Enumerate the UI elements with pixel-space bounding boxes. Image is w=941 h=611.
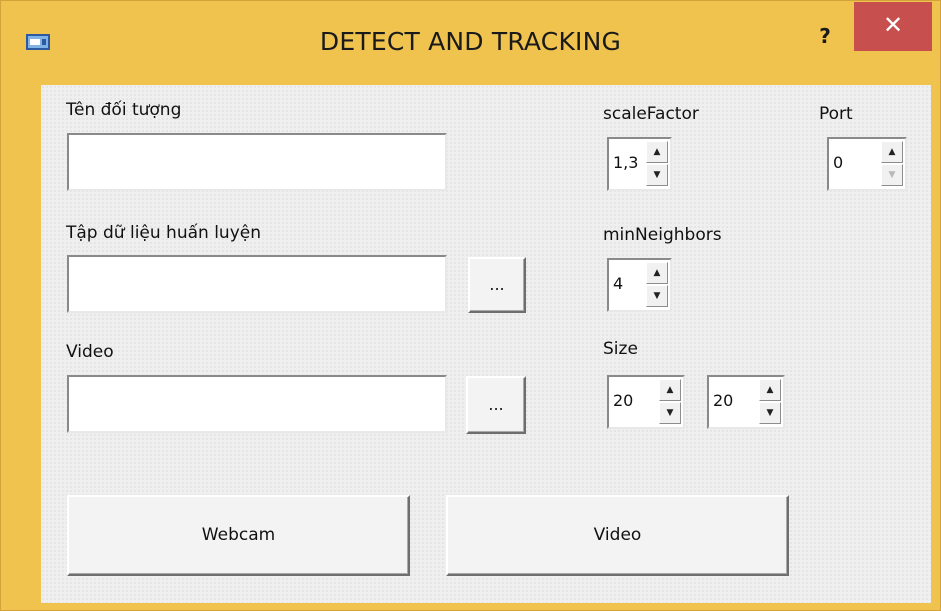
scale-factor-value: 1,3 bbox=[613, 153, 639, 172]
port-down-icon[interactable]: ▼ bbox=[881, 164, 903, 186]
size-height-arrows: ▲ ▼ bbox=[759, 379, 781, 425]
size-height-value: 20 bbox=[713, 391, 734, 410]
app-window: DETECT AND TRACKING ? ✕ Tên đối tượng Tậ… bbox=[0, 0, 941, 611]
scale-factor-up-icon[interactable]: ▲ bbox=[646, 141, 668, 163]
training-data-browse-button[interactable]: ... bbox=[468, 257, 526, 313]
min-neighbors-label: minNeighbors bbox=[603, 225, 722, 245]
scale-factor-stepper[interactable]: 1,3 ▲ ▼ bbox=[607, 137, 672, 191]
video-label: Video bbox=[66, 342, 114, 362]
size-width-down-icon[interactable]: ▼ bbox=[659, 402, 681, 424]
port-arrows: ▲ ▼ bbox=[881, 141, 903, 187]
port-label: Port bbox=[819, 104, 853, 124]
object-name-label: Tên đối tượng bbox=[66, 100, 182, 120]
size-width-up-icon[interactable]: ▲ bbox=[659, 379, 681, 401]
port-stepper[interactable]: 0 ▲ ▼ bbox=[827, 137, 907, 191]
min-neighbors-arrows: ▲ ▼ bbox=[646, 262, 668, 308]
training-data-input[interactable] bbox=[67, 255, 447, 313]
port-up-icon[interactable]: ▲ bbox=[881, 141, 903, 163]
scale-factor-down-icon[interactable]: ▼ bbox=[646, 164, 668, 186]
min-neighbors-stepper[interactable]: 4 ▲ ▼ bbox=[607, 258, 672, 312]
webcam-button[interactable]: Webcam bbox=[67, 495, 410, 576]
port-value: 0 bbox=[833, 153, 844, 172]
close-icon[interactable]: ✕ bbox=[854, 2, 932, 51]
size-height-up-icon[interactable]: ▲ bbox=[759, 379, 781, 401]
object-name-input[interactable] bbox=[67, 133, 447, 191]
scale-factor-arrows: ▲ ▼ bbox=[646, 141, 668, 187]
window-title: DETECT AND TRACKING bbox=[319, 27, 622, 56]
training-data-label: Tập dữ liệu huấn luyện bbox=[66, 223, 261, 243]
size-height-down-icon[interactable]: ▼ bbox=[759, 402, 781, 424]
help-icon[interactable]: ? bbox=[807, 21, 843, 51]
video-browse-button[interactable]: ... bbox=[466, 376, 526, 434]
client-area: Tên đối tượng Tập dữ liệu huấn luyện ...… bbox=[41, 85, 931, 603]
video-button[interactable]: Video bbox=[446, 495, 789, 576]
size-width-value: 20 bbox=[613, 391, 634, 410]
size-width-stepper[interactable]: 20 ▲ ▼ bbox=[607, 375, 685, 429]
min-neighbors-down-icon[interactable]: ▼ bbox=[646, 285, 668, 307]
min-neighbors-up-icon[interactable]: ▲ bbox=[646, 262, 668, 284]
min-neighbors-value: 4 bbox=[613, 274, 624, 293]
video-path-input[interactable] bbox=[67, 375, 447, 433]
size-width-arrows: ▲ ▼ bbox=[659, 379, 681, 425]
size-height-stepper[interactable]: 20 ▲ ▼ bbox=[707, 375, 785, 429]
title-bar[interactable]: DETECT AND TRACKING ? ✕ bbox=[1, 1, 940, 85]
size-label: Size bbox=[603, 339, 638, 359]
scale-factor-label: scaleFactor bbox=[603, 104, 699, 124]
